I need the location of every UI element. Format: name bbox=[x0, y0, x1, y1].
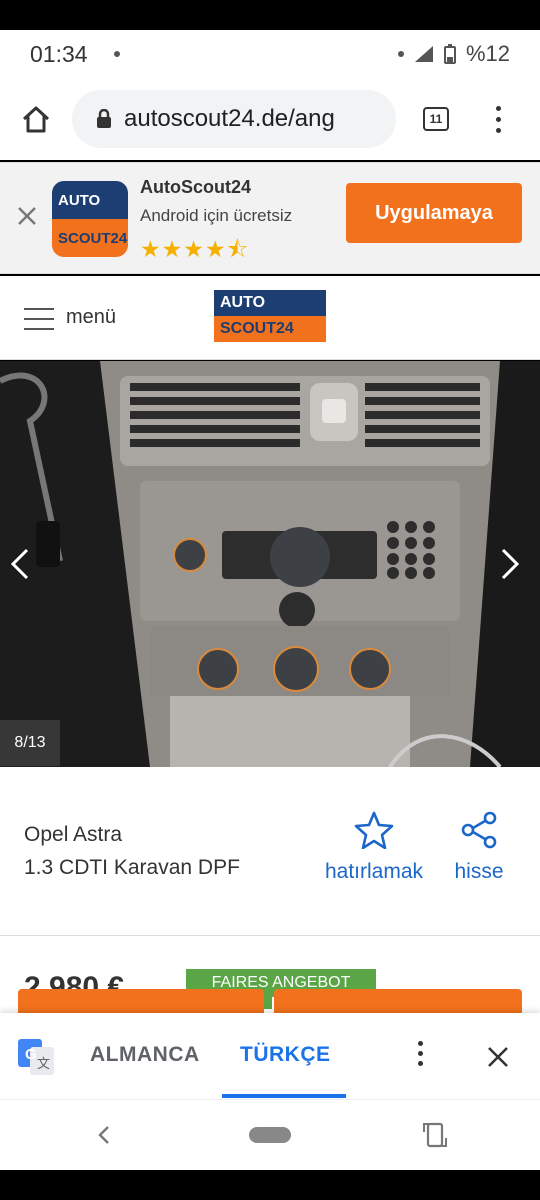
tab-count: 11 bbox=[423, 107, 449, 131]
home-pill-button[interactable] bbox=[249, 1127, 291, 1143]
site-logo-bottom: SCOUT24 bbox=[214, 316, 326, 342]
battery-percent: %12 bbox=[465, 41, 510, 66]
signal-icon bbox=[414, 46, 433, 62]
top-black-bar bbox=[0, 0, 540, 30]
badge-pointer bbox=[264, 995, 272, 1009]
address-bar[interactable]: autoscout24.de/ang bbox=[72, 90, 396, 148]
photo-counter: 8/13 bbox=[0, 720, 60, 766]
divider bbox=[0, 935, 540, 936]
site-logo[interactable]: AUTO SCOUT24 bbox=[214, 290, 326, 342]
rating-stars: ★★★★⯪ bbox=[140, 236, 250, 262]
svg-text:文: 文 bbox=[37, 1057, 50, 1072]
remember-label: hatırlamak bbox=[324, 860, 424, 883]
google-translate-icon: G 文 bbox=[18, 1039, 54, 1075]
listing-details: Opel Astra 1.3 CDTI Karavan DPF hatırlam… bbox=[0, 767, 540, 1029]
back-icon[interactable] bbox=[94, 1124, 114, 1146]
battery-icon bbox=[443, 44, 456, 64]
home-button[interactable] bbox=[0, 78, 72, 160]
browser-menu-button[interactable] bbox=[476, 105, 520, 133]
star-icon bbox=[354, 811, 394, 850]
status-dot-icon bbox=[397, 51, 404, 57]
app-subtitle: Android için ücretsiz bbox=[140, 206, 293, 225]
active-tab-indicator bbox=[222, 1094, 346, 1098]
app-logo-bottom: SCOUT24 bbox=[52, 219, 128, 257]
system-nav-bar bbox=[0, 1099, 540, 1170]
previous-photo-icon[interactable] bbox=[0, 544, 40, 584]
svg-text:G: G bbox=[25, 1046, 37, 1063]
app-logo-top: AUTO bbox=[52, 181, 128, 219]
target-language-tab[interactable]: TÜRKÇE bbox=[240, 1043, 331, 1067]
bottom-black-bar bbox=[0, 1170, 540, 1200]
more-dot-icon bbox=[495, 116, 501, 122]
more-dot-icon bbox=[495, 105, 501, 111]
status-time: 01:34 bbox=[30, 40, 88, 67]
source-language-tab[interactable]: ALMANCA bbox=[90, 1043, 200, 1067]
app-install-banner: AUTO SCOUT24 AutoScout24 Android için üc… bbox=[0, 162, 540, 274]
close-icon[interactable] bbox=[486, 1045, 510, 1069]
listing-title-model: 1.3 CDTI Karavan DPF bbox=[24, 856, 240, 879]
car-dashboard-photo bbox=[0, 361, 540, 767]
site-logo-top: AUTO bbox=[214, 290, 326, 316]
status-bar: 01:34 %12 bbox=[0, 30, 540, 78]
site-header: menü AUTO SCOUT24 bbox=[0, 276, 540, 360]
close-icon[interactable] bbox=[16, 205, 38, 227]
next-photo-icon[interactable] bbox=[490, 544, 530, 584]
home-icon bbox=[22, 106, 50, 133]
url-text: autoscout24.de/ang bbox=[124, 105, 335, 132]
rotate-screen-icon[interactable] bbox=[422, 1120, 448, 1150]
install-app-button[interactable]: Uygulamaya bbox=[346, 183, 522, 243]
tab-switcher-button[interactable]: 11 bbox=[396, 107, 476, 131]
translate-bar: G 文 ALMANCA TÜRKÇE bbox=[0, 1013, 540, 1099]
app-name: AutoScout24 bbox=[140, 177, 252, 197]
listing-title-make: Opel Astra bbox=[24, 823, 123, 846]
notification-dot-icon bbox=[113, 51, 120, 57]
translate-more-button[interactable] bbox=[414, 1041, 426, 1066]
more-dot-icon bbox=[495, 127, 501, 133]
menu-label[interactable]: menü bbox=[66, 306, 116, 329]
remember-button[interactable]: hatırlamak bbox=[318, 811, 430, 884]
browser-toolbar: autoscout24.de/ang 11 bbox=[0, 78, 540, 160]
hamburger-menu-icon[interactable] bbox=[24, 308, 54, 338]
app-logo: AUTO SCOUT24 bbox=[52, 181, 128, 257]
share-label: hisse bbox=[454, 860, 504, 883]
share-button[interactable]: hisse bbox=[448, 811, 510, 884]
lock-icon bbox=[97, 109, 111, 128]
share-icon bbox=[461, 811, 497, 849]
listing-photo[interactable] bbox=[0, 361, 540, 767]
